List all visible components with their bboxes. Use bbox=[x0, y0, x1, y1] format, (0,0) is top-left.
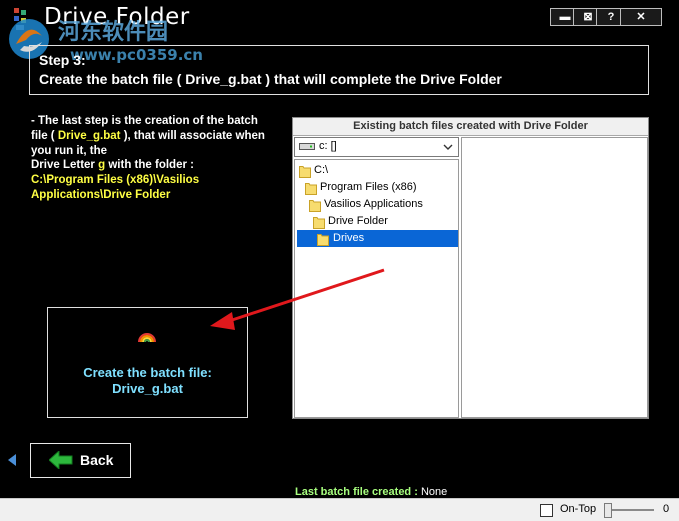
status-bar: On-Top 0 bbox=[0, 498, 679, 521]
ontop-label: On-Top bbox=[560, 503, 597, 515]
last-batch-status: Last batch file created : None bbox=[295, 486, 447, 498]
last-batch-label: Last batch file created : bbox=[295, 486, 418, 498]
slider-thumb[interactable] bbox=[604, 503, 612, 518]
slider-value: 0 bbox=[663, 503, 670, 515]
pointer-arrow-icon bbox=[210, 268, 385, 330]
collapse-arrow-icon[interactable] bbox=[8, 454, 16, 466]
back-button[interactable]: Back bbox=[30, 443, 131, 478]
back-button-label: Back bbox=[80, 452, 114, 468]
app-window: Drive Folder ▬ ⊠ ? ✕ 河东软件园 www.pc0359.cn… bbox=[0, 0, 679, 521]
opacity-slider[interactable] bbox=[606, 509, 654, 511]
ontop-checkbox[interactable] bbox=[540, 504, 553, 517]
arrow-left-icon bbox=[49, 451, 73, 469]
last-batch-value: None bbox=[420, 486, 448, 498]
